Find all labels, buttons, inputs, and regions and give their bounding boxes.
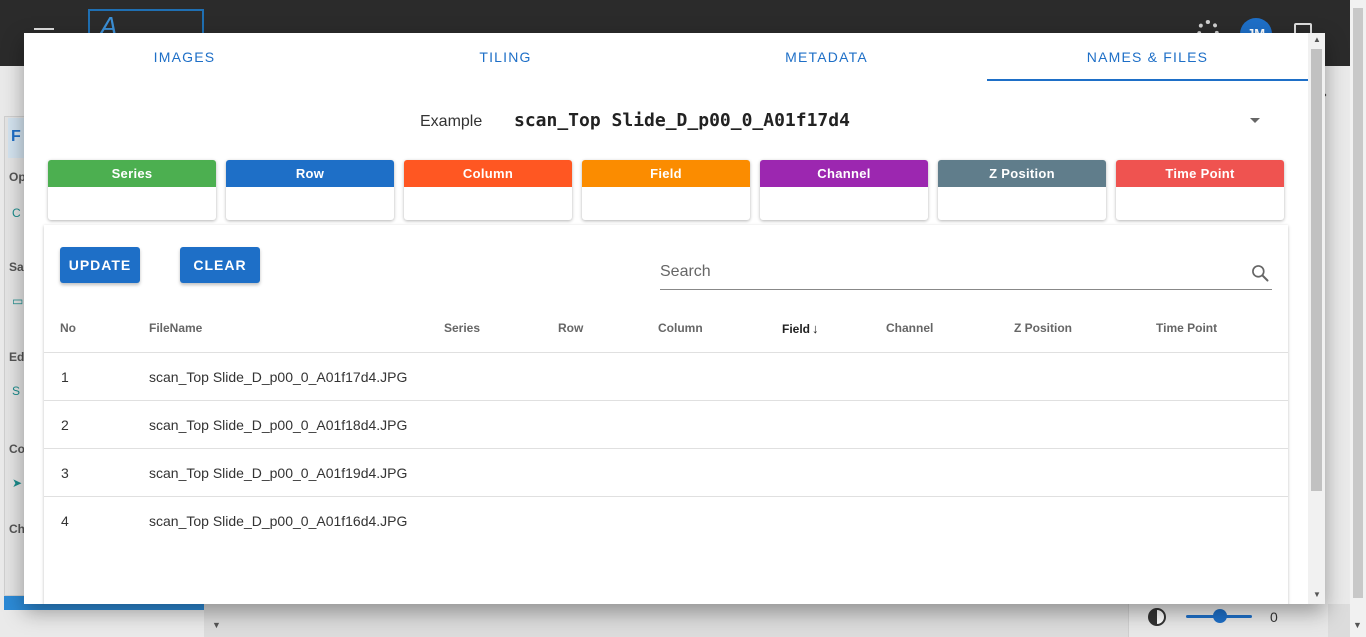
window-scrollbar-thumb[interactable] — [1353, 8, 1363, 598]
tab-names-files[interactable]: NAMES & FILES — [987, 33, 1308, 81]
import-dialog: IMAGES TILING METADATA NAMES & FILES Exa… — [24, 33, 1325, 604]
table-divider — [44, 400, 1288, 401]
chip-column[interactable]: Column — [404, 160, 572, 220]
scroll-down-icon[interactable]: ▼ — [1353, 620, 1362, 630]
update-button[interactable]: UPDATE — [60, 247, 140, 283]
chip-time-point[interactable]: Time Point — [1116, 160, 1284, 220]
column-header-filename[interactable]: FileName — [149, 321, 202, 335]
chip-label: Time Point — [1116, 160, 1284, 187]
chip-channel[interactable]: Channel — [760, 160, 928, 220]
left-panel-icon[interactable]: C — [12, 206, 24, 224]
dialog-scrollbar[interactable]: ▲ ▼ — [1308, 33, 1325, 604]
example-select[interactable]: scan_Top Slide_D_p00_0_A01f17d4 — [514, 110, 850, 131]
save-icon[interactable]: ▭ — [12, 294, 24, 312]
chip-row[interactable]: Row — [226, 160, 394, 220]
tab-metadata[interactable]: METADATA — [666, 33, 987, 81]
cell-filename: scan_Top Slide_D_p00_0_A01f18d4.JPG — [149, 417, 408, 433]
column-header-z-position[interactable]: Z Position — [1014, 321, 1072, 335]
sort-arrow-icon: ↓ — [812, 321, 819, 336]
tab-images[interactable]: IMAGES — [24, 33, 345, 81]
contrast-slider-value: 0 — [1270, 609, 1278, 625]
contrast-icon — [1148, 608, 1166, 626]
scroll-down-icon[interactable]: ▼ — [212, 620, 221, 630]
cell-filename: scan_Top Slide_D_p00_0_A01f17d4.JPG — [149, 369, 408, 385]
table-divider — [44, 496, 1288, 497]
chip-label: Channel — [760, 160, 928, 187]
search-input[interactable] — [660, 261, 1240, 283]
contrast-slider-thumb[interactable] — [1213, 609, 1227, 623]
column-header-field[interactable]: Field ↓ — [782, 321, 819, 336]
navigate-icon[interactable]: ➤ — [12, 476, 24, 494]
files-table-card: UPDATE CLEAR No FileName Series Row Colu… — [44, 225, 1288, 604]
cell-no: 3 — [61, 465, 69, 481]
table-divider — [44, 448, 1288, 449]
column-header-field-label: Field — [782, 322, 811, 336]
column-header-channel[interactable]: Channel — [886, 321, 933, 335]
cell-no: 4 — [61, 513, 69, 529]
column-header-series[interactable]: Series — [444, 321, 480, 335]
chip-field[interactable]: Field — [582, 160, 750, 220]
search-icon[interactable] — [1250, 263, 1270, 283]
chip-series[interactable]: Series — [48, 160, 216, 220]
edit-icon[interactable]: S — [12, 384, 24, 402]
chip-label: Z Position — [938, 160, 1106, 187]
left-panel-label: Co — [9, 442, 25, 456]
search-field — [660, 255, 1272, 290]
dialog-scrollbar-thumb[interactable] — [1311, 49, 1322, 491]
cell-filename: scan_Top Slide_D_p00_0_A01f16d4.JPG — [149, 513, 408, 529]
cell-filename: scan_Top Slide_D_p00_0_A01f19d4.JPG — [149, 465, 408, 481]
tab-tiling[interactable]: TILING — [345, 33, 666, 81]
chevron-down-icon[interactable] — [1250, 118, 1260, 123]
table-divider — [44, 352, 1288, 353]
left-panel-label: Sa — [9, 260, 24, 274]
cell-no: 1 — [61, 369, 69, 385]
scroll-up-icon[interactable]: ▲ — [1313, 35, 1321, 44]
chip-label: Column — [404, 160, 572, 187]
scroll-down-icon[interactable]: ▼ — [1313, 590, 1321, 599]
chip-z-position[interactable]: Z Position — [938, 160, 1106, 220]
chip-label: Row — [226, 160, 394, 187]
clear-button[interactable]: CLEAR — [180, 247, 260, 283]
column-header-time-point[interactable]: Time Point — [1156, 321, 1217, 335]
left-panel-label: Ed — [9, 350, 25, 364]
example-label: Example — [420, 113, 483, 130]
column-header-row[interactable]: Row — [558, 321, 583, 335]
chip-label: Series — [48, 160, 216, 187]
cell-no: 2 — [61, 417, 69, 433]
column-header-column[interactable]: Column — [658, 321, 703, 335]
dialog-tabs: IMAGES TILING METADATA NAMES & FILES — [24, 33, 1308, 81]
column-header-no[interactable]: No — [60, 321, 76, 335]
left-panel-label: Ch — [9, 522, 25, 536]
chip-label: Field — [582, 160, 750, 187]
